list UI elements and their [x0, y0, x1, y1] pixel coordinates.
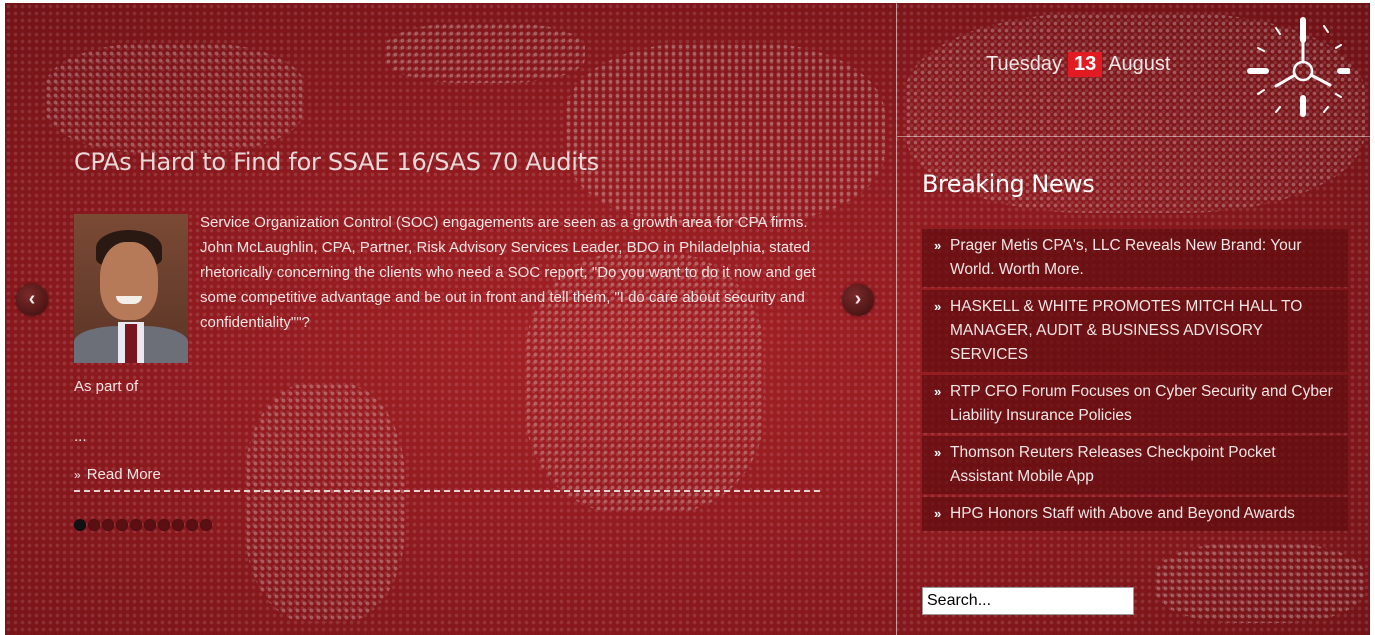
breaking-news-list: » Prager Metis CPA's, LLC Reveals New Bra… [922, 229, 1348, 534]
feature-continuation: As part of [74, 378, 139, 395]
clock-icon [1247, 17, 1350, 117]
map-greenland [385, 23, 585, 83]
slide-dot[interactable] [200, 519, 212, 531]
slide-dot[interactable] [158, 519, 170, 531]
raquo-icon: » [934, 238, 942, 253]
news-item-label: HASKELL & WHITE PROMOTES MITCH HALL TO M… [950, 298, 1303, 363]
chevron-right-icon: › [854, 288, 862, 310]
slide-dot[interactable] [74, 519, 86, 531]
feature-headline[interactable]: CPAs Hard to Find for SSAE 16/SAS 70 Aud… [74, 148, 599, 176]
date-day-badge: 13 [1067, 52, 1103, 77]
dashed-separator [74, 490, 820, 492]
feature-photo[interactable] [74, 214, 188, 363]
news-item-label: RTP CFO Forum Focuses on Cyber Security … [950, 383, 1333, 424]
chevron-left-icon: ‹ [28, 288, 36, 310]
date-month: August [1108, 53, 1171, 75]
feature-summary: Service Organization Control (SOC) engag… [200, 214, 816, 331]
raquo-icon: » [934, 299, 942, 314]
prev-slide-button[interactable]: ‹ [16, 284, 48, 316]
raquo-icon: » [934, 506, 942, 521]
news-item[interactable]: » HASKELL & WHITE PROMOTES MITCH HALL TO … [922, 290, 1348, 372]
map-australia [1155, 543, 1365, 623]
search-input[interactable] [922, 587, 1134, 615]
news-item-label: HPG Honors Staff with Above and Beyond A… [950, 505, 1295, 522]
column-divider [896, 3, 897, 635]
raquo-icon: » [934, 445, 942, 460]
news-item-label: Thomson Reuters Releases Checkpoint Pock… [950, 444, 1276, 485]
slide-pager [74, 519, 212, 531]
breaking-news-title: Breaking News [922, 170, 1095, 198]
map-south-america [245, 383, 405, 623]
next-slide-button[interactable]: › [842, 284, 874, 316]
slide-dot[interactable] [102, 519, 114, 531]
slide-dot[interactable] [186, 519, 198, 531]
current-date: Tuesday 13 August [986, 52, 1170, 77]
news-item[interactable]: » Prager Metis CPA's, LLC Reveals New Bra… [922, 229, 1348, 287]
read-more-label: Read More [86, 466, 161, 483]
raquo-icon: » [934, 384, 942, 399]
news-item-label: Prager Metis CPA's, LLC Reveals New Bran… [950, 237, 1302, 278]
raquo-icon: » [74, 468, 81, 482]
date-divider [897, 136, 1370, 137]
map-eurasia [565, 43, 885, 223]
date-weekday: Tuesday [986, 53, 1062, 75]
map-north-america [45, 43, 305, 153]
slide-dot[interactable] [130, 519, 142, 531]
news-item[interactable]: » HPG Honors Staff with Above and Beyond … [922, 497, 1348, 531]
feature-ellipsis: ... [74, 428, 87, 445]
slide-dot[interactable] [88, 519, 100, 531]
news-item[interactable]: » RTP CFO Forum Focuses on Cyber Security… [922, 375, 1348, 433]
news-item[interactable]: » Thomson Reuters Releases Checkpoint Poc… [922, 436, 1348, 494]
read-more-link[interactable]: » Read More [74, 466, 161, 483]
slide-dot[interactable] [116, 519, 128, 531]
slide-dot[interactable] [144, 519, 156, 531]
slide-dot[interactable] [172, 519, 184, 531]
